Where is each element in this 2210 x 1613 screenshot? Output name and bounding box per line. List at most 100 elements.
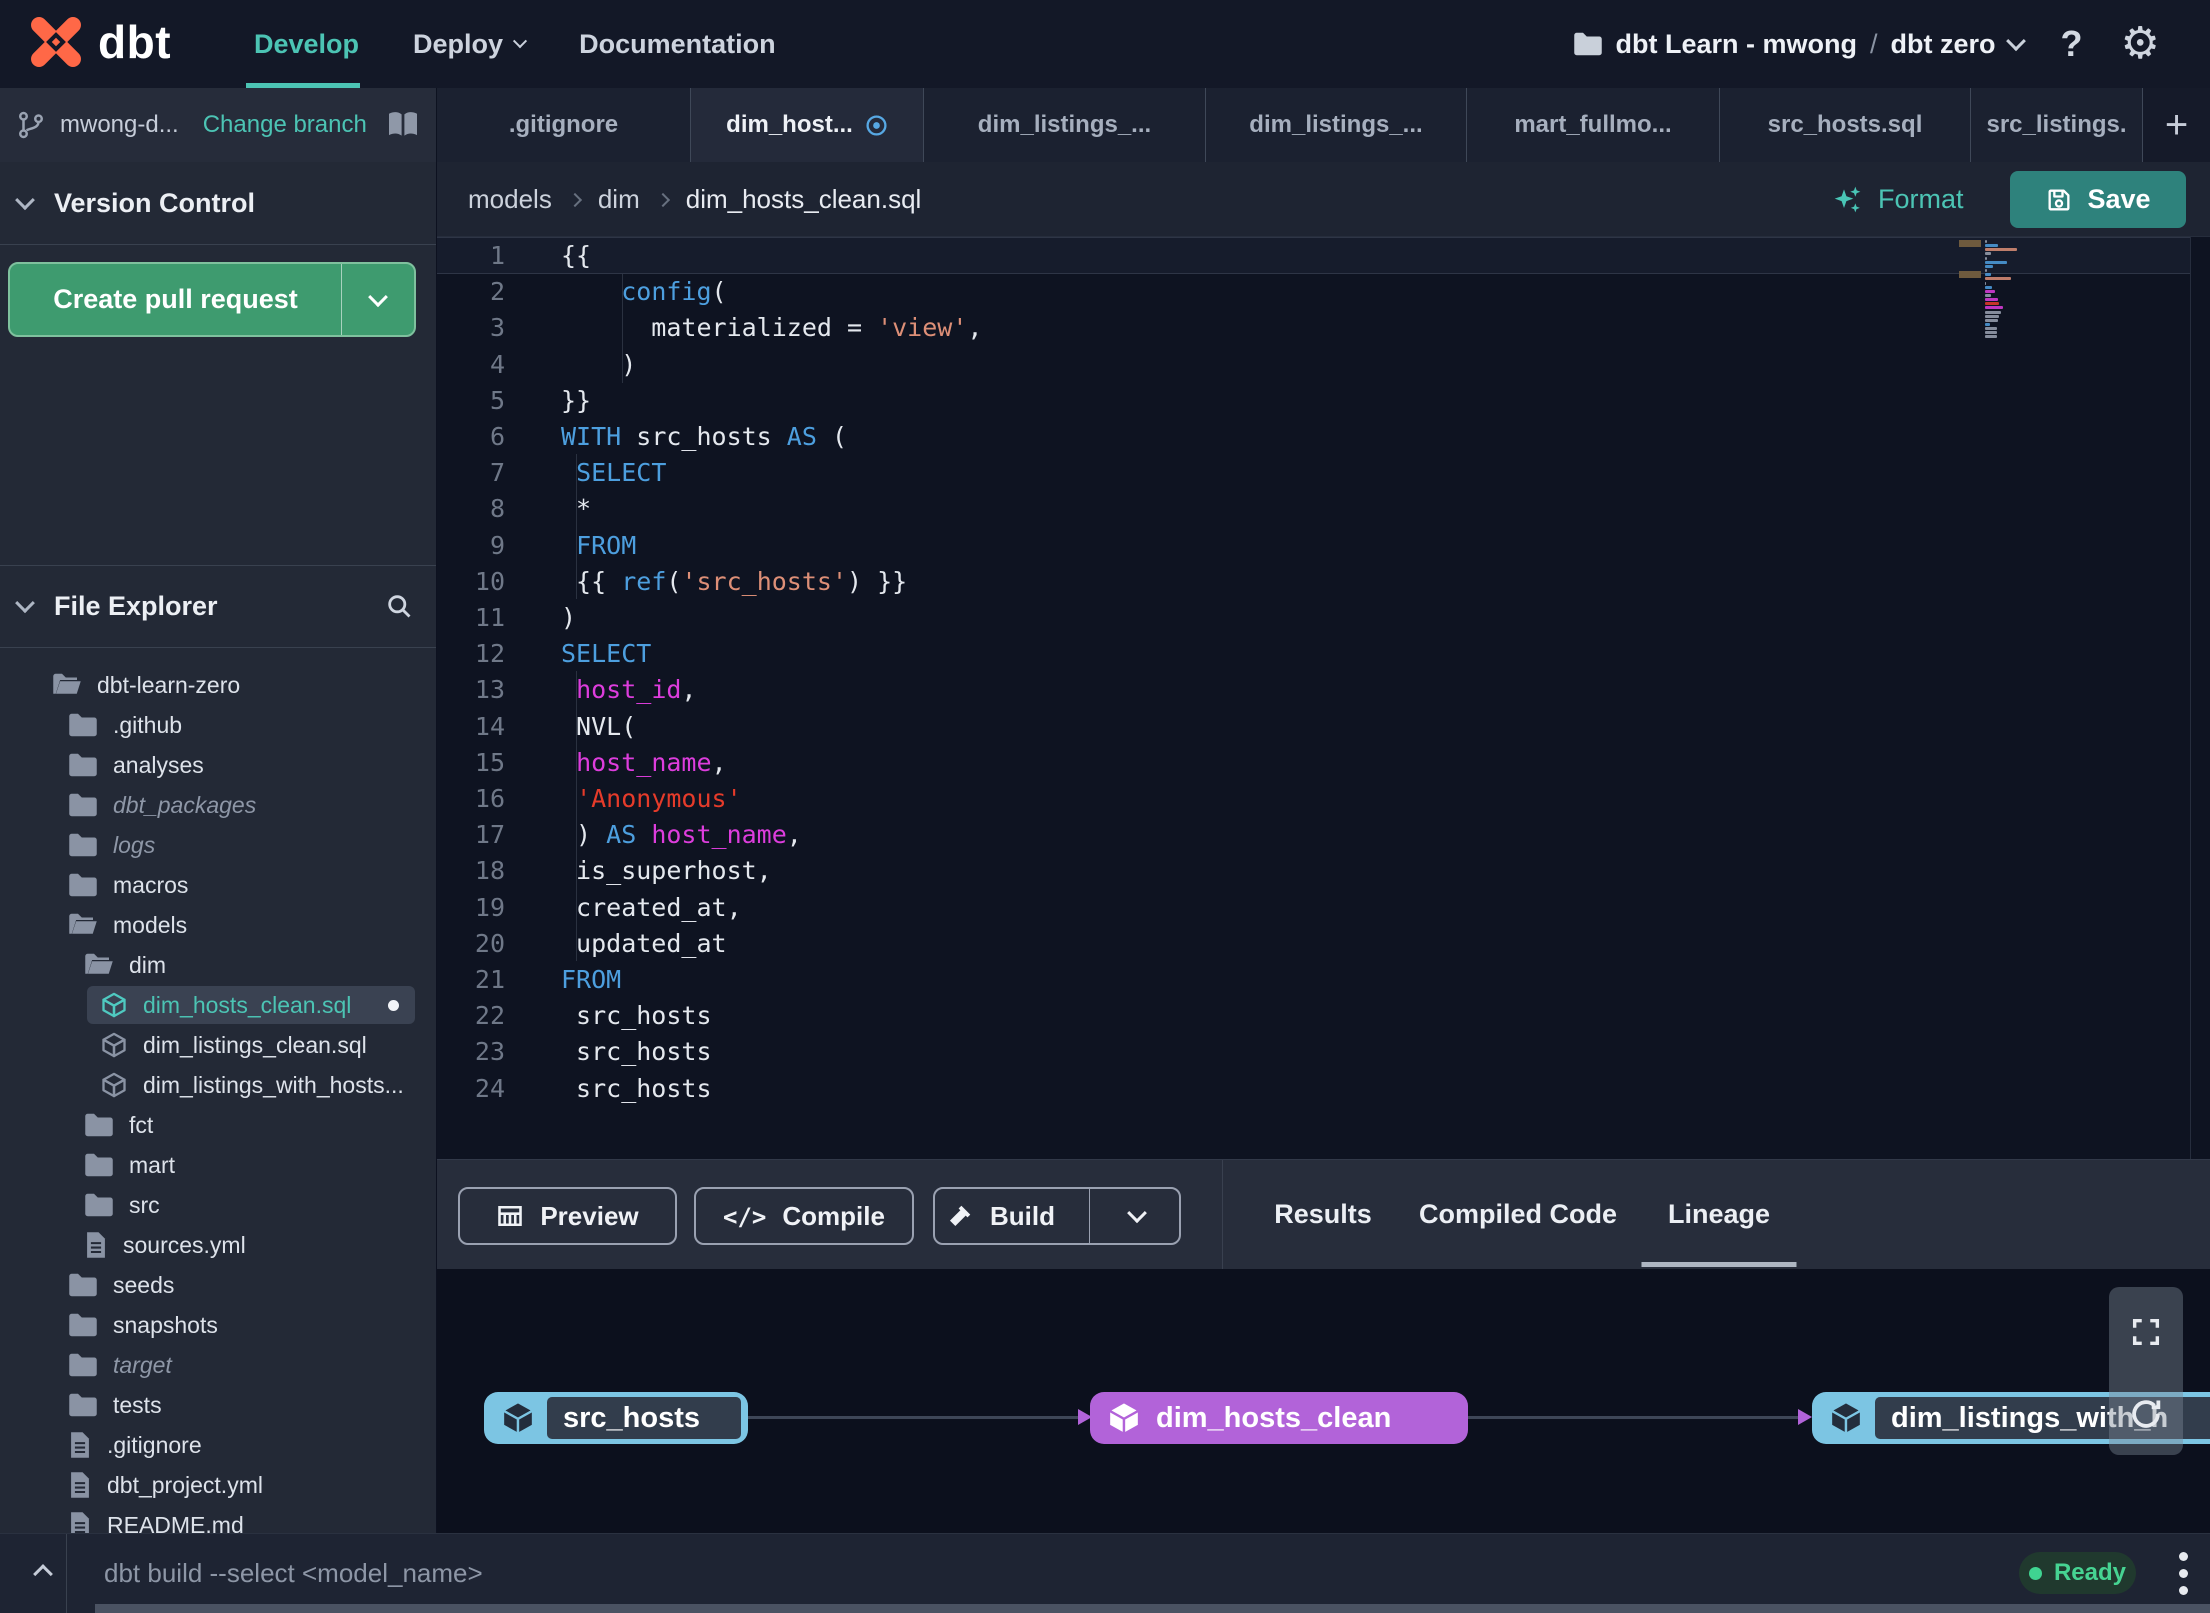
command-input[interactable]: dbt build --select <model_name> — [104, 1534, 483, 1613]
editor-scrollbar[interactable] — [2190, 237, 2191, 1159]
tab-src-listings-[interactable]: src_listings. — [1971, 88, 2143, 162]
minimap-line — [1985, 327, 1997, 331]
tab-dim-listings-[interactable]: dim_listings_... — [1206, 88, 1467, 162]
breadcrumb-item[interactable]: dim_hosts_clean.sql — [686, 184, 922, 215]
line-number: 21 — [474, 965, 505, 994]
build-button[interactable]: Build — [933, 1187, 1181, 1245]
code-text: NVL( — [561, 711, 637, 741]
tab-src-hosts-sql[interactable]: src_hosts.sql — [1720, 88, 1971, 162]
settings-gear-icon[interactable]: ⚙ — [2121, 22, 2160, 66]
tree-item-dbt-learn-zero[interactable]: dbt-learn-zero — [0, 665, 436, 705]
new-tab-button[interactable]: + — [2165, 105, 2188, 145]
model-cube-icon — [100, 1031, 128, 1059]
tree-item-dim[interactable]: dim — [0, 945, 436, 985]
tree-item-label: sources.yml — [123, 1231, 246, 1258]
version-control-header[interactable]: Version Control — [0, 162, 436, 245]
nav-item-deploy[interactable]: Deploy — [413, 29, 528, 60]
tree-item-dim-listings-clean-sql[interactable]: dim_listings_clean.sql — [0, 1025, 436, 1065]
folder-icon — [68, 792, 98, 818]
folder-icon — [68, 872, 98, 898]
project-switcher[interactable]: dbt Learn - mwong / dbt zero — [1573, 29, 2026, 60]
breadcrumb-item[interactable]: models — [468, 184, 552, 215]
code-text: SELECT — [561, 639, 652, 669]
code-line-2: 2 config( — [437, 273, 2186, 310]
code-editor[interactable]: 1{{2 config(3 materialized = 'view', 4 ) 5… — [437, 237, 2210, 1159]
line-number: 10 — [474, 566, 505, 596]
tab-label: src_listings. — [1986, 111, 2127, 138]
tree-item-src[interactable]: src — [0, 1185, 436, 1225]
tree-item-tests[interactable]: tests — [0, 1385, 436, 1425]
lineage-node-label: src_hosts — [563, 1401, 701, 1434]
tree-item-logs[interactable]: logs — [0, 825, 436, 865]
search-icon[interactable] — [385, 592, 413, 620]
tree-item-dim-hosts-clean-sql[interactable]: dim_hosts_clean.sql — [0, 985, 436, 1025]
breadcrumb-item[interactable]: dim — [598, 184, 640, 215]
code-line-6: 6 WITH src_hosts AS ( — [437, 418, 2186, 455]
nav-item-documentation[interactable]: Documentation — [579, 29, 776, 60]
tab-mart-fullmo-[interactable]: mart_fullmo... — [1467, 88, 1720, 162]
tab-lineage[interactable]: Lineage — [1668, 1160, 1770, 1269]
tree-item-macros[interactable]: macros — [0, 865, 436, 905]
code-text: ) AS host_name, — [561, 820, 802, 850]
lineage-node-dim-hosts-clean[interactable]: dim_hosts_clean — [1090, 1392, 1468, 1444]
tree-item-dbt-packages[interactable]: dbt_packages — [0, 785, 436, 825]
tree-item-models[interactable]: models — [0, 905, 436, 945]
format-button[interactable]: Format — [1832, 162, 1964, 237]
dbt-logo[interactable]: dbt — [28, 14, 171, 70]
horizontal-scrollbar[interactable] — [95, 1604, 2210, 1613]
tree-item-seeds[interactable]: seeds — [0, 1265, 436, 1305]
compile-button[interactable]: </> Compile — [694, 1187, 914, 1245]
format-label: Format — [1878, 184, 1964, 214]
chevron-down-icon — [2005, 31, 2026, 52]
tree-item-label: logs — [113, 831, 156, 858]
tree-item-README-md[interactable]: README.md — [0, 1505, 436, 1533]
file-icon — [68, 1471, 92, 1499]
nav-item-develop[interactable]: Develop — [254, 29, 359, 60]
code-text: WITH src_hosts AS ( — [561, 422, 848, 451]
tree-item-target[interactable]: target — [0, 1345, 436, 1385]
file-icon — [84, 1231, 108, 1259]
minimap-marker — [1959, 271, 1981, 278]
fullscreen-icon[interactable] — [2129, 1315, 2163, 1349]
tree-item-label: mart — [129, 1151, 175, 1178]
tree-item-sources-yml[interactable]: sources.yml — [0, 1225, 436, 1265]
create-pull-request-button[interactable]: Create pull request — [8, 262, 416, 337]
docs-book-icon[interactable] — [386, 111, 420, 139]
sparkles-icon — [1834, 186, 1861, 212]
tree-item-dim-listings-with-hosts-[interactable]: dim_listings_with_hosts... — [0, 1065, 436, 1105]
minimap-line — [1985, 244, 1998, 248]
tree-item-label: .github — [113, 711, 183, 738]
tab-label: mart_fullmo... — [1514, 111, 1672, 138]
build-dropdown-button[interactable] — [1106, 1203, 1168, 1224]
tab--gitignore[interactable]: .gitignore — [437, 88, 691, 162]
help-icon[interactable]: ? — [2061, 23, 2083, 65]
model-cube-icon — [1829, 1401, 1863, 1435]
change-branch-link[interactable]: Change branch — [203, 111, 367, 139]
save-button[interactable]: Save — [2010, 171, 2186, 228]
tab-compiled-code[interactable]: Compiled Code — [1419, 1160, 1617, 1269]
tree-item--gitignore[interactable]: .gitignore — [0, 1425, 436, 1465]
tree-item-dbt-project-yml[interactable]: dbt_project.yml — [0, 1465, 436, 1505]
line-number: 5 — [489, 385, 505, 415]
breadcrumb: models dim dim_hosts_clean.sql — [468, 162, 921, 237]
tab-dim-listings-[interactable]: dim_listings_... — [924, 88, 1206, 162]
pr-dropdown-button[interactable] — [342, 264, 414, 335]
refresh-icon[interactable] — [2127, 1395, 2165, 1433]
lineage-canvas[interactable]: src_hosts dim_hosts_clean dim_listings_w… — [437, 1269, 2210, 1533]
editor-tabbar: .gitignore dim_host... dim_listings_... dim… — [437, 88, 2210, 162]
code-text: materialized = 'view', — [561, 313, 983, 343]
lineage-node-src-hosts[interactable]: src_hosts — [484, 1392, 748, 1444]
tree-item-fct[interactable]: fct — [0, 1105, 436, 1145]
sidebar: Version Control Create pull request File… — [0, 162, 437, 1533]
overflow-menu-icon[interactable] — [2168, 1534, 2198, 1613]
file-explorer-header[interactable]: File Explorer — [0, 565, 436, 648]
preview-button[interactable]: Preview — [458, 1187, 677, 1245]
tree-item-snapshots[interactable]: snapshots — [0, 1305, 436, 1345]
tab-results[interactable]: Results — [1274, 1160, 1372, 1269]
tree-item-analyses[interactable]: analyses — [0, 745, 436, 785]
command-bar-expand-button[interactable] — [20, 1534, 66, 1613]
tree-item--github[interactable]: .github — [0, 705, 436, 745]
tab-dim-host-[interactable]: dim_host... — [691, 88, 924, 162]
chevron-down-icon — [368, 286, 388, 307]
tree-item-mart[interactable]: mart — [0, 1145, 436, 1185]
